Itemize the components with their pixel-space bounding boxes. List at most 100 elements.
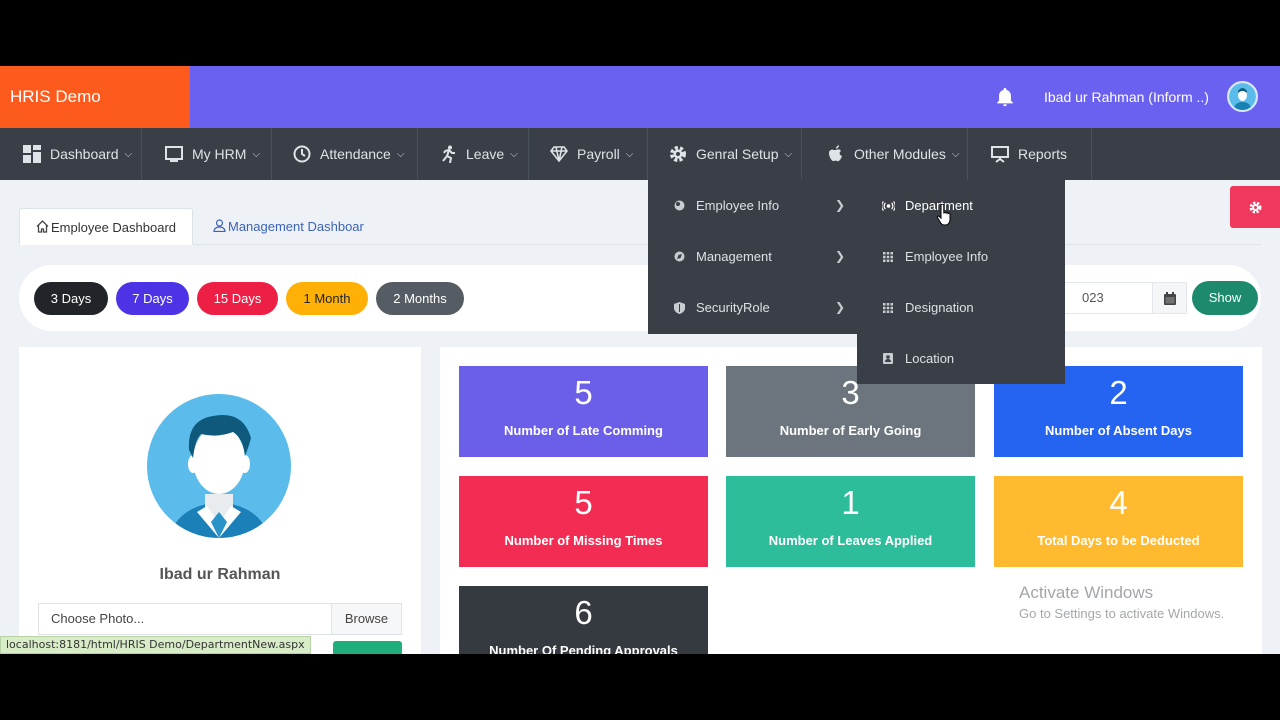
nav-reports[interactable]: Reports xyxy=(968,128,1092,180)
menu-label: Employee Info xyxy=(696,198,780,213)
main-navbar: Dashboard ⌵ My HRM ⌵ Attendance ⌵ Leave … xyxy=(0,128,1280,180)
filter-bar: 3 Days 7 Days 15 Days 1 Month 2 Months 0… xyxy=(19,265,1261,331)
presentation-icon xyxy=(990,144,1010,164)
chevron-down-icon: ⌵ xyxy=(124,148,133,160)
menu-management[interactable]: Management ❯ xyxy=(648,231,857,282)
nav-leave[interactable]: Leave ⌵ xyxy=(418,128,529,180)
chevron-down-icon: ⌵ xyxy=(951,148,960,160)
grid-small-icon xyxy=(881,250,895,264)
range-2-months-button[interactable]: 2 Months xyxy=(376,282,464,315)
top-bar: HRIS Demo Ibad ur Rahman (Inform ..) xyxy=(0,66,1280,128)
calendar-button[interactable] xyxy=(1152,282,1187,314)
update-button[interactable] xyxy=(333,641,402,654)
user-icon xyxy=(213,209,226,246)
settings-toggle-button[interactable] xyxy=(1230,186,1280,228)
submenu-designation[interactable]: Designation xyxy=(857,282,1065,333)
range-15-days-button[interactable]: 15 Days xyxy=(197,282,278,315)
grid-small-icon xyxy=(881,301,895,315)
stat-label: Number of Late Comming xyxy=(504,423,663,438)
stat-label: Number of Early Going xyxy=(779,423,922,438)
nav-label: My HRM xyxy=(192,146,247,162)
date-input[interactable]: 023 xyxy=(1059,282,1153,314)
activate-windows-subtitle: Go to Settings to activate Windows. xyxy=(1019,606,1225,621)
employee-info-submenu: Department Employee Info Designation Loc… xyxy=(857,180,1065,384)
profile-avatar xyxy=(147,394,291,538)
home-icon xyxy=(36,210,49,247)
show-button[interactable]: Show xyxy=(1192,281,1258,315)
menu-employee-info[interactable]: Employee Info ❯ xyxy=(648,180,857,231)
compass-icon xyxy=(672,250,686,264)
stat-leaves-applied[interactable]: 1 Number of Leaves Applied xyxy=(726,476,975,567)
nav-label: Payroll xyxy=(577,146,620,162)
stat-missing-times[interactable]: 5 Number of Missing Times xyxy=(459,476,708,567)
grid-icon xyxy=(22,144,42,164)
monitor-icon xyxy=(164,144,184,164)
status-url: localhost:8181/html/HRIS Demo/Department… xyxy=(0,636,311,654)
diamond-icon xyxy=(549,144,569,164)
stat-value: 5 xyxy=(574,374,593,411)
nav-label: Other Modules xyxy=(854,146,946,162)
gear-icon xyxy=(1249,201,1261,213)
submenu-department[interactable]: Department xyxy=(857,180,1065,231)
chevron-down-icon: ⌵ xyxy=(396,148,405,160)
range-7-days-button[interactable]: 7 Days xyxy=(116,282,189,315)
running-icon xyxy=(438,144,458,164)
stat-label: Total Days to be Deducted xyxy=(1037,533,1200,548)
nav-dashboard[interactable]: Dashboard ⌵ xyxy=(0,128,142,180)
nav-label: Genral Setup xyxy=(696,146,779,162)
stat-value: 4 xyxy=(1109,484,1128,521)
user-avatar[interactable] xyxy=(1227,81,1258,112)
menu-label: Designation xyxy=(905,300,974,315)
user-name[interactable]: Ibad ur Rahman (Inform ..) xyxy=(1044,66,1209,128)
browse-button[interactable]: Browse xyxy=(331,603,402,635)
tab-employee-dashboard[interactable]: Employee Dashboard xyxy=(19,208,194,247)
tab-label: Employee Dashboard xyxy=(51,220,177,235)
apple-icon xyxy=(826,144,846,164)
nav-attendance[interactable]: Attendance ⌵ xyxy=(272,128,418,180)
dashboard-tabs: Employee Dashboard Management Dashboar xyxy=(19,208,1261,245)
nav-payroll[interactable]: Payroll ⌵ xyxy=(529,128,648,180)
chevron-right-icon: ❯ xyxy=(834,198,845,212)
app-window: HRIS Demo Ibad ur Rahman (Inform ..) Das… xyxy=(0,66,1280,654)
gear-icon xyxy=(668,144,688,164)
submenu-location[interactable]: Location xyxy=(857,333,1065,384)
tab-label: Management Dashboar xyxy=(228,219,364,234)
circle-icon xyxy=(672,199,686,213)
nav-genral-setup[interactable]: Genral Setup ⌵ xyxy=(648,128,802,180)
nav-other-modules[interactable]: Other Modules ⌵ xyxy=(802,128,968,180)
stat-pending-approvals[interactable]: 6 Number Of Pending Approvals xyxy=(459,586,708,654)
stat-days-deducted[interactable]: 4 Total Days to be Deducted xyxy=(994,476,1243,567)
choose-photo-input[interactable]: Choose Photo... xyxy=(38,603,332,635)
genral-setup-dropdown: Employee Info ❯ Management ❯ SecurityRol… xyxy=(648,180,857,334)
chevron-down-icon: ⌵ xyxy=(252,148,261,160)
clock-icon xyxy=(292,144,312,164)
menu-security-role[interactable]: SecurityRole ❯ xyxy=(648,282,857,333)
brand-logo[interactable]: HRIS Demo xyxy=(0,66,190,128)
hand-cursor-icon xyxy=(936,204,951,226)
tab-management-dashboard[interactable]: Management Dashboar xyxy=(197,208,380,245)
stat-late-comming[interactable]: 5 Number of Late Comming xyxy=(459,366,708,457)
nav-label: Reports xyxy=(1018,146,1068,162)
stat-label: Number of Absent Days xyxy=(1045,423,1192,438)
bell-icon[interactable] xyxy=(994,86,1016,108)
broadcast-icon xyxy=(881,199,895,213)
menu-label: Management xyxy=(696,249,772,264)
chevron-down-icon: ⌵ xyxy=(625,148,634,160)
calendar-icon xyxy=(1163,291,1176,305)
range-1-month-button[interactable]: 1 Month xyxy=(286,282,368,315)
chevron-down-icon: ⌵ xyxy=(510,148,518,160)
menu-label: SecurityRole xyxy=(696,300,770,315)
menu-label: Employee Info xyxy=(905,249,989,264)
chevron-right-icon: ❯ xyxy=(834,300,845,314)
id-card-icon xyxy=(881,352,895,366)
nav-my-hrm[interactable]: My HRM ⌵ xyxy=(142,128,272,180)
profile-name: Ibad ur Rahman xyxy=(159,566,281,583)
stat-value: 5 xyxy=(574,484,593,521)
stat-value: 6 xyxy=(574,594,593,631)
submenu-employee-info[interactable]: Employee Info xyxy=(857,231,1065,282)
stat-value: 1 xyxy=(841,484,860,521)
profile-card: Ibad ur Rahman Choose Photo... Browse xyxy=(19,347,421,654)
range-3-days-button[interactable]: 3 Days xyxy=(34,282,108,315)
nav-label: Leave xyxy=(466,146,505,162)
stat-label: Number of Leaves Applied xyxy=(768,533,933,548)
